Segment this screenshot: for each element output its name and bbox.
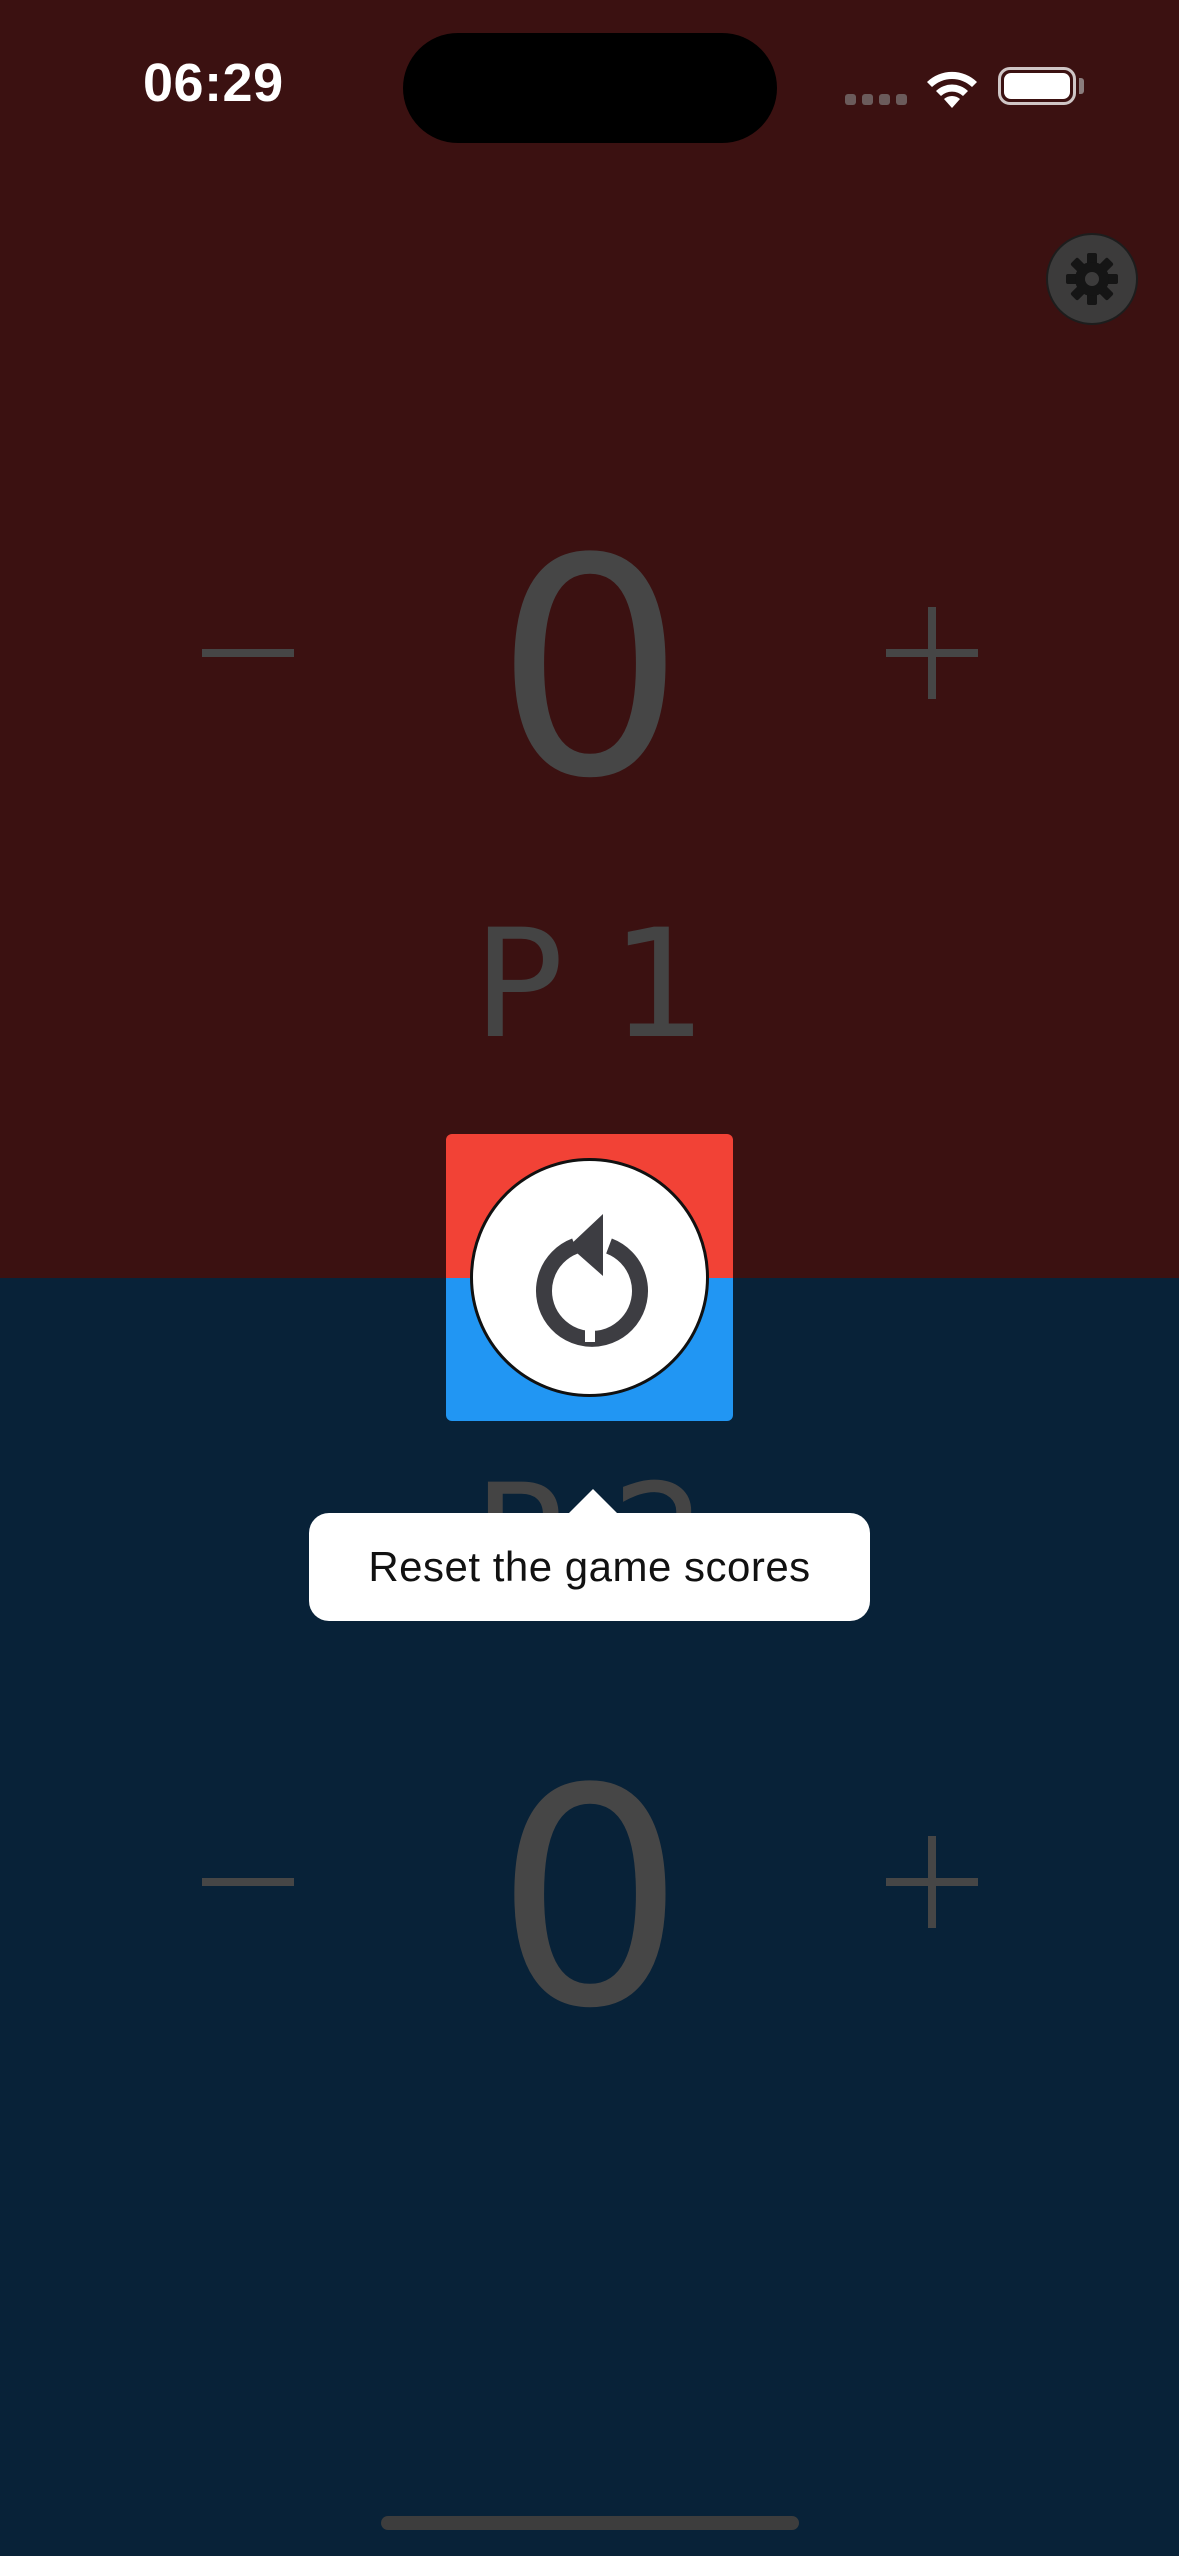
battery-icon bbox=[998, 67, 1076, 105]
tooltip-arrow bbox=[567, 1489, 619, 1515]
player2-score: 0 bbox=[494, 1725, 686, 2074]
wifi-icon bbox=[927, 71, 977, 108]
player2-plus-button[interactable] bbox=[862, 1812, 1002, 1952]
cellular-signal-icon bbox=[845, 94, 907, 105]
player1-label[interactable]: P 1 bbox=[340, 910, 840, 1060]
status-time: 06:29 bbox=[143, 53, 284, 113]
minus-icon bbox=[202, 1878, 294, 1886]
player1-score: 0 bbox=[494, 495, 686, 844]
player1-plus-button[interactable] bbox=[862, 583, 1002, 723]
player2-minus-button[interactable] bbox=[178, 1812, 318, 1952]
reset-tooltip: Reset the game scores bbox=[309, 1513, 870, 1621]
dynamic-island bbox=[403, 33, 777, 143]
plus-icon bbox=[886, 607, 978, 699]
refresh-icon bbox=[535, 1213, 648, 1347]
player1-minus-button[interactable] bbox=[178, 583, 318, 723]
reset-button[interactable] bbox=[470, 1158, 709, 1397]
minus-icon bbox=[202, 649, 294, 657]
plus-icon bbox=[886, 1836, 978, 1928]
settings-button[interactable] bbox=[1046, 233, 1138, 325]
reset-button-tile[interactable] bbox=[446, 1134, 733, 1421]
home-indicator[interactable] bbox=[381, 2516, 799, 2530]
gear-icon bbox=[1066, 253, 1118, 305]
